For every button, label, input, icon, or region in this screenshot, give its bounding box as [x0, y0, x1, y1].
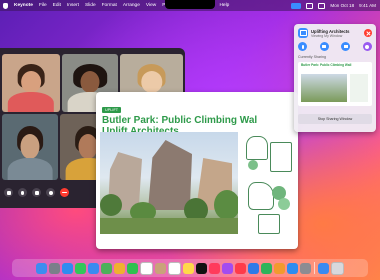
end-call-icon: [62, 191, 67, 194]
participant-tile[interactable]: [2, 114, 58, 180]
trash-icon[interactable]: [330, 261, 344, 275]
close-sharing-button[interactable]: [364, 29, 372, 37]
messages-icon[interactable]: [75, 262, 87, 274]
menu-bar-status: Mon Oct 18 9:41 AM: [291, 0, 376, 11]
sharing-status: Viewing My Window: [311, 33, 343, 38]
sketch-drawing: [270, 142, 292, 172]
sharing-header: Uplifting Architects Viewing My Window: [298, 28, 349, 38]
grass-ground: [100, 218, 238, 234]
pages-icon[interactable]: [274, 262, 286, 274]
call-controls: [4, 188, 69, 197]
tree: [214, 190, 238, 220]
sketch-drawing: [248, 182, 274, 210]
camera-icon: [34, 190, 39, 195]
firm-tag: UPLIFT: [102, 107, 122, 113]
screen-button[interactable]: [341, 42, 351, 51]
shareplay-icon: [48, 190, 53, 195]
participant-tile[interactable]: [2, 54, 60, 112]
shareplay-button[interactable]: [362, 42, 372, 51]
maps-icon[interactable]: [101, 262, 113, 274]
menu-format[interactable]: Format: [102, 3, 117, 8]
battery-icon[interactable]: [306, 2, 314, 9]
shareplay-button[interactable]: [46, 188, 55, 197]
news-icon[interactable]: [235, 262, 247, 274]
menu-help[interactable]: Help: [219, 3, 229, 8]
sidebar-button[interactable]: [4, 188, 13, 197]
camera-icon: [322, 45, 327, 48]
menu-clock-time[interactable]: 9:41 AM: [359, 3, 376, 8]
stop-sharing-button[interactable]: Stop Sharing Window: [298, 114, 372, 124]
dock: [12, 259, 368, 277]
dock-separator: [314, 262, 315, 274]
thumbnail-sketch: [350, 74, 368, 102]
thumbnail-title: Butler Park: Public Climbing Wall: [301, 63, 352, 67]
photos-icon[interactable]: [114, 262, 126, 274]
wifi-icon[interactable]: [318, 2, 326, 9]
currently-sharing-label: Currently Sharing: [298, 55, 326, 59]
sketch-panel: [244, 132, 294, 244]
end-call-button[interactable]: [60, 188, 69, 197]
tree: [248, 160, 258, 170]
slide-title: Butler Park: Public Climbing Wal: [102, 115, 258, 126]
mute-button[interactable]: [18, 188, 27, 197]
architecture-rendering-image: [100, 132, 238, 234]
keynote-icon[interactable]: [248, 262, 260, 274]
sketch-drawing: [246, 136, 268, 160]
sidebar-icon: [6, 190, 11, 195]
camera-notch: [165, 0, 215, 9]
camera-button[interactable]: [32, 188, 41, 197]
apple-menu-icon[interactable]: [3, 2, 8, 9]
menu-slide[interactable]: Slide: [85, 3, 96, 8]
mute-button[interactable]: [298, 42, 307, 51]
menu-arrange[interactable]: Arrange: [123, 3, 140, 8]
podcasts-icon[interactable]: [222, 262, 234, 274]
numbers-icon[interactable]: [261, 262, 273, 274]
shareplay-icon: [365, 44, 370, 49]
finder-icon[interactable]: [36, 262, 48, 274]
calendar-icon[interactable]: [140, 261, 154, 275]
launchpad-icon[interactable]: [49, 262, 61, 274]
appstore-icon[interactable]: [287, 262, 299, 274]
keynote-document-window[interactable]: UPLIFT Butler Park: Public Climbing Wal …: [96, 92, 298, 249]
shared-window-thumbnail[interactable]: Butler Park: Public Climbing Wall: [298, 62, 372, 106]
microphone-icon: [21, 190, 24, 195]
screen-share-icon: [298, 28, 308, 38]
camera-button[interactable]: [319, 42, 329, 51]
sharing-controls: [298, 42, 372, 51]
microphone-icon: [301, 44, 304, 49]
settings-icon[interactable]: [300, 262, 312, 274]
sketch-drawing: [258, 214, 280, 234]
menu-view[interactable]: View: [146, 3, 156, 8]
menu-clock-date[interactable]: Mon Oct 18: [330, 3, 354, 8]
desktop: Keynote File Edit Insert Slide Format Ar…: [0, 0, 380, 280]
screen-sharing-status-icon[interactable]: [291, 2, 302, 9]
tree: [100, 194, 122, 216]
menu-file[interactable]: File: [39, 3, 47, 8]
tree: [278, 198, 290, 210]
screen-icon: [343, 45, 348, 48]
menu-app-name[interactable]: Keynote: [14, 3, 33, 8]
menu-insert[interactable]: Insert: [67, 3, 79, 8]
downloads-icon[interactable]: [317, 262, 329, 274]
reminders-icon[interactable]: [168, 261, 182, 275]
thumbnail-image: [301, 74, 347, 102]
menu-edit[interactable]: Edit: [53, 3, 61, 8]
contacts-icon[interactable]: [155, 262, 167, 274]
notes-icon[interactable]: [183, 262, 195, 274]
climbing-wall-structure: [148, 140, 192, 210]
screen-sharing-panel: Uplifting Architects Viewing My Window C…: [294, 24, 376, 132]
facetime-icon[interactable]: [127, 262, 139, 274]
safari-icon[interactable]: [62, 262, 74, 274]
mail-icon[interactable]: [88, 262, 100, 274]
tv-icon[interactable]: [196, 262, 208, 274]
music-icon[interactable]: [209, 262, 221, 274]
